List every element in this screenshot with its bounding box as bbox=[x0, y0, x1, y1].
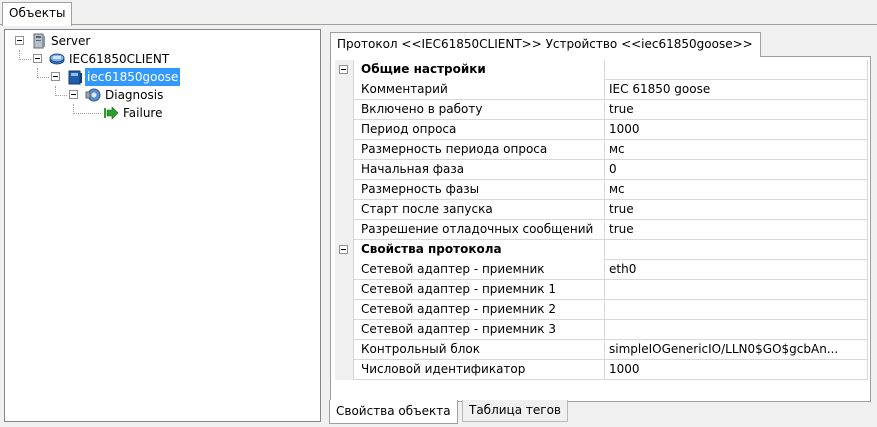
category-protocol[interactable]: Свойства протокола bbox=[335, 240, 868, 260]
property-value[interactable]: eth0 bbox=[605, 260, 868, 280]
property-grid[interactable]: Общие настройки Комментарий IEC 61850 go… bbox=[335, 60, 868, 380]
property-name: Сетевой адаптер - приемник 2 bbox=[353, 300, 605, 320]
tree-label-goose: iec61850goose bbox=[85, 68, 181, 86]
property-row[interactable]: Разрешение отладочных сообщений true bbox=[335, 220, 868, 240]
collapse-icon[interactable] bbox=[15, 36, 24, 45]
property-name: Комментарий bbox=[353, 80, 605, 100]
property-row[interactable]: Размерность фазы мс bbox=[335, 180, 868, 200]
property-value[interactable]: true bbox=[605, 100, 868, 120]
property-value[interactable]: 1000 bbox=[605, 120, 868, 140]
tree-node-server[interactable]: Server bbox=[5, 32, 305, 50]
device-icon bbox=[67, 69, 83, 85]
property-row[interactable]: Сетевой адаптер - приемник 3 bbox=[335, 320, 868, 340]
property-row[interactable]: Включено в работу true bbox=[335, 100, 868, 120]
property-value[interactable]: simpleIOGenericIO/LLN0$GO$gcbAn... bbox=[605, 340, 868, 360]
bottom-tab-strip: Свойства объекта Таблица тегов bbox=[325, 400, 874, 424]
category-label: Общие настройки bbox=[353, 60, 605, 80]
collapse-icon[interactable] bbox=[339, 65, 348, 74]
property-value[interactable]: мс bbox=[605, 140, 868, 160]
tree-node-failure[interactable]: Failure bbox=[5, 104, 305, 122]
arrow-icon bbox=[103, 105, 119, 121]
property-name: Сетевой адаптер - приемник 3 bbox=[353, 320, 605, 340]
property-row[interactable]: Контрольный блок simpleIOGenericIO/LLN0$… bbox=[335, 340, 868, 360]
property-value[interactable]: 0 bbox=[605, 160, 868, 180]
tree-label-failure: Failure bbox=[123, 106, 163, 120]
tab-tag-table[interactable]: Таблица тегов bbox=[462, 400, 568, 422]
property-row[interactable]: Размерность периода опроса мс bbox=[335, 140, 868, 160]
top-tab-strip: Объекты bbox=[0, 0, 877, 26]
tree-node-diagnosis[interactable]: Diagnosis bbox=[5, 86, 305, 104]
collapse-icon[interactable] bbox=[51, 72, 60, 81]
property-row[interactable]: Начальная фаза 0 bbox=[335, 160, 868, 180]
collapse-icon[interactable] bbox=[339, 245, 348, 254]
tab-objects[interactable]: Объекты bbox=[2, 2, 73, 26]
property-value[interactable] bbox=[605, 280, 868, 300]
property-value[interactable]: мс bbox=[605, 180, 868, 200]
network-icon bbox=[49, 51, 65, 67]
server-icon bbox=[31, 33, 47, 49]
property-row[interactable]: Сетевой адаптер - приемник 1 bbox=[335, 280, 868, 300]
property-value[interactable]: true bbox=[605, 200, 868, 220]
property-value[interactable]: IEC 61850 goose bbox=[605, 80, 868, 100]
property-row[interactable]: Сетевой адаптер - приемник eth0 bbox=[335, 260, 868, 280]
tab-object-properties[interactable]: Свойства объекта bbox=[329, 400, 458, 424]
property-value[interactable] bbox=[605, 300, 868, 320]
tab-protocol-device[interactable]: Протокол <<IEC61850CLIENT>> Устройство <… bbox=[330, 32, 761, 57]
tree-node-goose[interactable]: iec61850goose bbox=[5, 68, 305, 86]
property-value[interactable] bbox=[605, 320, 868, 340]
collapse-icon[interactable] bbox=[69, 90, 78, 99]
collapse-icon[interactable] bbox=[33, 54, 42, 63]
diagnosis-icon bbox=[85, 87, 101, 103]
property-value[interactable]: 1000 bbox=[605, 360, 868, 380]
category-label: Свойства протокола bbox=[353, 240, 605, 260]
property-name: Старт после запуска bbox=[353, 200, 605, 220]
tree-label-server: Server bbox=[51, 34, 91, 48]
property-name: Начальная фаза bbox=[353, 160, 605, 180]
property-name: Размерность фазы bbox=[353, 180, 605, 200]
property-row[interactable]: Период опроса 1000 bbox=[335, 120, 868, 140]
category-general[interactable]: Общие настройки bbox=[335, 60, 868, 80]
property-name: Период опроса bbox=[353, 120, 605, 140]
property-row[interactable]: Числовой идентификатор 1000 bbox=[335, 360, 868, 380]
property-name: Числовой идентификатор bbox=[353, 360, 605, 380]
property-row[interactable]: Сетевой адаптер - приемник 2 bbox=[335, 300, 868, 320]
tree-label-client: IEC61850CLIENT bbox=[69, 52, 170, 66]
object-tree[interactable]: Server IEC61850CLIENT iec61850goose Diag… bbox=[4, 29, 321, 422]
property-name: Контрольный блок bbox=[353, 340, 605, 360]
property-value[interactable]: true bbox=[605, 220, 868, 240]
properties-panel: Протокол <<IEC61850CLIENT>> Устройство <… bbox=[325, 29, 874, 424]
property-name: Размерность периода опроса bbox=[353, 140, 605, 160]
property-grid-container: Общие настройки Комментарий IEC 61850 go… bbox=[330, 56, 871, 402]
property-name: Сетевой адаптер - приемник bbox=[353, 260, 605, 280]
property-row[interactable]: Комментарий IEC 61850 goose bbox=[335, 80, 868, 100]
tree-label-diagnosis: Diagnosis bbox=[105, 88, 164, 102]
property-name: Сетевой адаптер - приемник 1 bbox=[353, 280, 605, 300]
property-name: Включено в работу bbox=[353, 100, 605, 120]
tree-node-client[interactable]: IEC61850CLIENT bbox=[5, 50, 305, 68]
property-name: Разрешение отладочных сообщений bbox=[353, 220, 605, 240]
property-row[interactable]: Старт после запуска true bbox=[335, 200, 868, 220]
